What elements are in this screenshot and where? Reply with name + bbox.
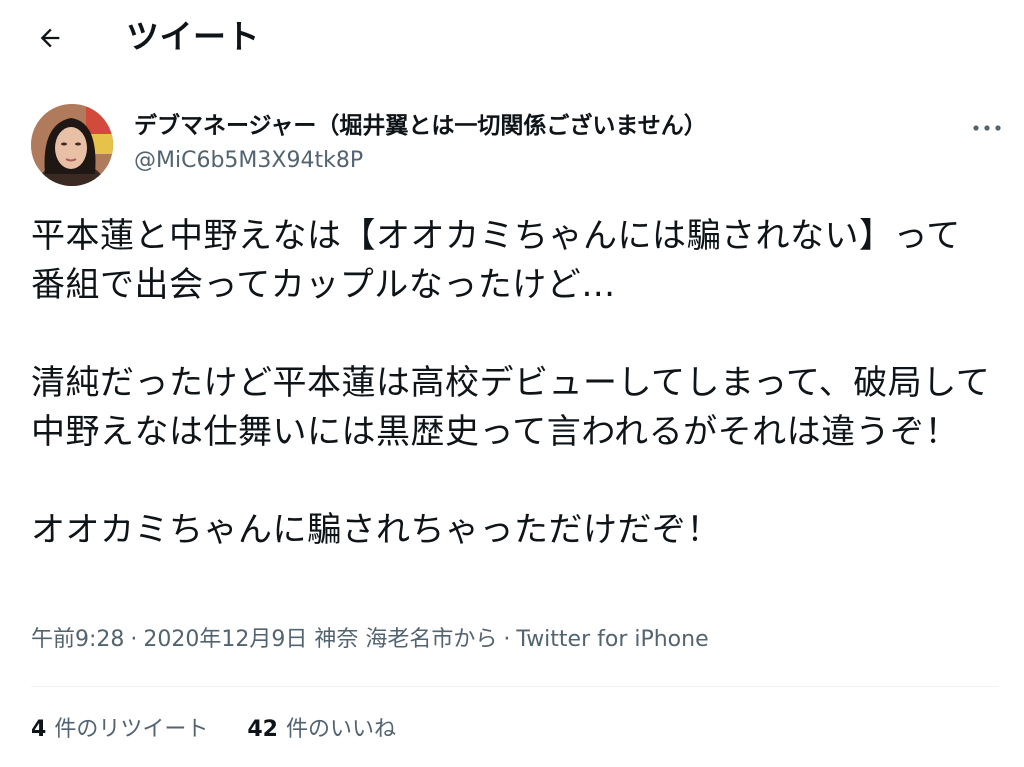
tweet-time: 午前9:28 [31,627,125,652]
back-button[interactable] [30,18,70,58]
header: ツイート [0,0,1024,78]
author-handle[interactable]: @MiC6b5M3X94tk8P [134,146,363,176]
author-display-name[interactable]: デブマネージャー（堀井翼とは一切関係ございません） [134,110,707,142]
retweets-stat[interactable]: 4 件のリツイート [31,714,208,746]
tweet-author: デブマネージャー（堀井翼とは一切関係ございません） @MiC6b5M3X94tk… [31,104,1001,188]
page-title: ツイート [126,17,260,56]
retweet-label: 件のリツイート [54,717,209,742]
tweet-time-link[interactable]: 午前9:28 · 2020年12月9日 [31,627,307,652]
more-horizontal-icon [973,125,1001,131]
divider [31,686,999,687]
tweet-location[interactable]: 神奈 海老名市から [314,627,497,652]
tweet-source-link[interactable]: Twitter for iPhone [516,627,708,652]
tweet-text: 平本蓮と中野えなは【オオカミちゃんには騙されない】って番組で出会ってカップルなっ… [31,216,991,550]
avatar[interactable] [31,104,113,186]
like-count: 42 [247,717,278,742]
more-options-button[interactable] [967,116,1007,140]
meta-separator: · [130,627,138,652]
avatar-image [31,104,113,186]
meta-separator: · [503,627,511,652]
arrow-left-icon [40,28,60,48]
like-label: 件のいいね [285,717,396,742]
likes-stat[interactable]: 42 件のいいね [247,714,396,746]
tweet-date: 2020年12月9日 [143,627,308,652]
tweet-stats: 4 件のリツイート 42 件のいいね [31,714,428,746]
tweet-page: ツイート デブマネージャー（堀井翼とは一切関係ございません） @MiC6b5M3… [0,0,1024,767]
retweet-count: 4 [31,717,47,742]
tweet-meta: 午前9:28 · 2020年12月9日 神奈 海老名市から · Twitter for … [31,624,709,656]
